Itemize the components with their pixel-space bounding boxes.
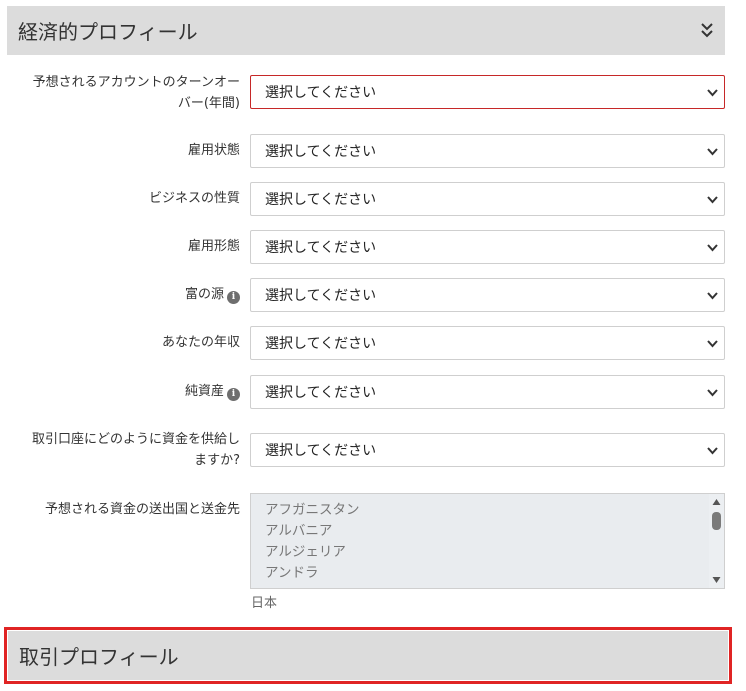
chevron-down-icon [707, 148, 718, 156]
scrollbar-thumb[interactable] [712, 512, 721, 530]
field-label: 予想されるアカウントのターンオー バー(年間) [32, 75, 240, 111]
employment-status-select[interactable]: 選択してください [250, 134, 725, 168]
listbox-scrollbar[interactable] [709, 494, 724, 588]
countries-field-label: 予想される資金の送出国と送金先 [44, 502, 240, 517]
selected-country: 日本 [251, 596, 278, 611]
field-label: 雇用状態 [187, 143, 240, 158]
source-of-wealth-select[interactable]: 選択してください [250, 278, 725, 312]
business-nature-select[interactable]: 選択してください [250, 182, 725, 216]
chevron-down-icon [707, 244, 718, 252]
list-item[interactable]: アフガニスタン [251, 500, 708, 521]
field-label: 富の源 i [8, 284, 240, 305]
trading-profile-header[interactable]: 取引プロフィール [4, 627, 732, 684]
list-item[interactable]: アルバニア [251, 521, 708, 542]
field-label: 純資産 i [8, 381, 240, 402]
account-turnover-select[interactable]: 選択してください [250, 75, 725, 109]
employment-type-select[interactable]: 選択してください [250, 230, 725, 264]
field-label: ビジネスの性質 [148, 191, 240, 206]
chevron-down-icon [707, 340, 718, 348]
net-worth-select[interactable]: 選択してください [250, 375, 725, 409]
double-chevron-down-icon[interactable] [699, 19, 715, 41]
chevron-down-icon [707, 196, 718, 204]
economic-profile-header[interactable]: 経済的プロフィール [7, 6, 725, 55]
economic-profile-title: 経済的プロフィール [18, 20, 198, 44]
chevron-down-icon [707, 89, 718, 97]
countries-listbox[interactable]: アフガニスタン アルバニア アルジェリア アンドラ [250, 493, 725, 589]
chevron-down-icon [707, 389, 718, 397]
chevron-down-icon [707, 292, 718, 300]
info-icon[interactable]: i [227, 388, 240, 401]
scroll-down-icon[interactable] [712, 576, 721, 584]
scroll-up-icon[interactable] [712, 498, 721, 506]
list-item[interactable]: アルジェリア [251, 542, 708, 563]
info-icon[interactable]: i [227, 291, 240, 304]
funding-method-select[interactable]: 選択してください [250, 433, 725, 467]
trading-profile-title: 取引プロフィール [19, 645, 179, 669]
annual-income-select[interactable]: 選択してください [250, 326, 725, 360]
chevron-down-icon [707, 447, 718, 455]
field-label: 雇用形態 [187, 239, 240, 254]
list-item[interactable]: アンドラ [251, 563, 708, 584]
field-label: 取引口座にどのように資金を供給し ますか? [31, 432, 240, 468]
field-label: あなたの年収 [161, 335, 240, 350]
